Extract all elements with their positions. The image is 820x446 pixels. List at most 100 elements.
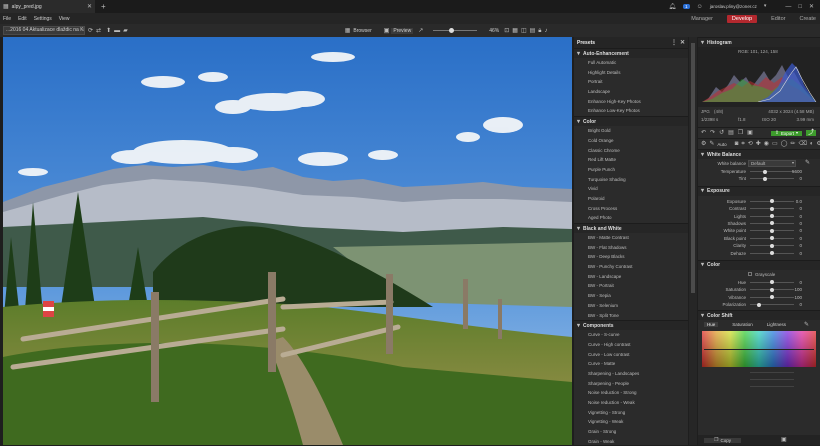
preset-item[interactable]: Curve - Matte xyxy=(574,359,688,369)
preset-item[interactable]: Curve - S-curve xyxy=(574,330,688,340)
preset-item[interactable]: Curve - High contrast xyxy=(574,340,688,350)
gradient-icon[interactable]: ▭ xyxy=(772,141,778,147)
slider-value[interactable]: 0 xyxy=(799,175,802,182)
preset-item[interactable]: Purple Punch xyxy=(574,165,688,175)
tab-hue[interactable]: Hue xyxy=(704,322,719,328)
preset-item[interactable]: BW - Matte Contrast xyxy=(574,233,688,243)
slider-value[interactable]: 0 xyxy=(799,213,802,220)
preset-item[interactable]: Vivid xyxy=(574,184,688,194)
slider-knob[interactable] xyxy=(770,287,774,292)
preset-item[interactable]: Noise reduction - Weak xyxy=(574,398,688,408)
refresh-icon[interactable]: ⟳ xyxy=(88,28,93,34)
preset-item[interactable]: Sharpening - Landscapes xyxy=(574,369,688,379)
path-field[interactable]: ...2016 04 Aktualizace dlaždic na Krám xyxy=(3,26,85,35)
grayscale-label[interactable]: Grayscale xyxy=(755,272,775,277)
preset-item[interactable]: BW - Portrait xyxy=(574,281,688,291)
slider-value[interactable]: 100 xyxy=(794,294,802,301)
slider-knob[interactable] xyxy=(770,199,774,204)
slider-knob[interactable] xyxy=(770,214,774,219)
preset-item[interactable]: Full Automatic xyxy=(574,58,688,68)
slider-knob[interactable] xyxy=(770,251,774,256)
undo-icon[interactable]: ↶ xyxy=(701,130,706,136)
minimize-icon[interactable]: — xyxy=(785,4,791,10)
tab-saturation[interactable]: Saturation xyxy=(732,322,753,327)
preset-item[interactable]: Red Lift Matte xyxy=(574,155,688,165)
grayscale-checkbox[interactable] xyxy=(748,271,752,276)
slider-knob[interactable] xyxy=(763,169,768,174)
preset-item[interactable]: BW - Landscape xyxy=(574,272,688,282)
lock-icon[interactable]: 🔒︎ xyxy=(538,28,541,34)
scrollbar-thumb[interactable] xyxy=(691,43,695,293)
preset-item[interactable]: BW - Deep Blacks xyxy=(574,252,688,262)
eyedropper-icon[interactable]: ✎ xyxy=(805,160,810,166)
paste-settings-icon[interactable]: ▣ xyxy=(747,130,753,136)
user-email[interactable]: jaroslav.pliny@zoner.cz xyxy=(710,4,757,9)
preset-group-header[interactable]: ▾ Color xyxy=(574,116,688,127)
slider-value[interactable]: 0 xyxy=(799,279,802,286)
brush-icon[interactable]: ✏ xyxy=(790,141,795,147)
share-icon[interactable]: ⤴ xyxy=(806,130,817,136)
preset-item[interactable]: Enhance High-Key Photos xyxy=(574,97,688,107)
slider-knob[interactable] xyxy=(770,295,774,300)
mask-icon[interactable]: ◐ xyxy=(810,141,814,147)
clone-icon[interactable]: ◉ xyxy=(764,141,769,147)
tab-editor[interactable]: Editor xyxy=(771,16,785,22)
eyedropper-icon[interactable]: ✎ xyxy=(804,322,809,328)
bell-icon[interactable]: 🔔︎ xyxy=(669,4,677,10)
more-icon[interactable]: ⚙ xyxy=(817,141,820,147)
user-menu-icon[interactable]: ▾ xyxy=(764,4,767,9)
slider-value[interactable]: 0 xyxy=(799,235,802,242)
tab-develop[interactable]: Develop xyxy=(726,14,758,23)
browser-button[interactable]: Browser xyxy=(353,28,371,34)
document-tab[interactable]: ▦ alpy_pred.jpg ✕ xyxy=(0,0,95,13)
preset-group-header[interactable]: ▾ Components xyxy=(574,320,688,331)
slider-value[interactable]: 0 xyxy=(799,250,802,257)
preset-item[interactable]: Enhance Low-Key Photos xyxy=(574,106,688,116)
menu-settings[interactable]: Settings xyxy=(34,16,52,22)
export-button[interactable]: ⇪ Export ▾ xyxy=(770,130,803,136)
open-external-icon[interactable]: ↗ xyxy=(418,28,423,34)
crop-icon[interactable]: ⌗ xyxy=(741,141,744,147)
presets-close-icon[interactable]: ✕ xyxy=(680,40,685,46)
color-header[interactable]: ▾ Color xyxy=(698,259,820,270)
preview-button[interactable]: Preview xyxy=(391,27,414,34)
slider-track[interactable] xyxy=(750,171,794,172)
color-shift-header[interactable]: ▾ Color Shift xyxy=(698,310,820,321)
white-balance-header[interactable]: ▾ White Balance xyxy=(698,149,820,159)
browser-icon[interactable]: ▦ xyxy=(345,28,351,34)
view-icon[interactable]: ▤ xyxy=(530,28,536,34)
slider-knob[interactable] xyxy=(770,221,774,226)
slider-track[interactable] xyxy=(750,178,794,180)
photo-preview[interactable] xyxy=(3,37,572,445)
preset-item[interactable]: Curve - Low contrast xyxy=(574,350,688,360)
menu-edit[interactable]: Edit xyxy=(18,16,27,22)
slider-knob[interactable] xyxy=(763,176,768,181)
history-icon[interactable]: ▤ xyxy=(728,130,734,136)
redo-icon[interactable]: ↷ xyxy=(710,130,715,136)
fit-icon[interactable]: ⊡ xyxy=(504,28,509,34)
wand-icon[interactable]: ✎ xyxy=(709,141,714,147)
preset-item[interactable]: Cold Orange xyxy=(574,136,688,146)
wb-mode-select[interactable]: Default ▾ xyxy=(748,160,796,167)
preset-group-header[interactable]: ▾ Auto-Enhancement xyxy=(574,48,688,58)
slider-knob[interactable] xyxy=(756,302,761,307)
tab-create[interactable]: Create xyxy=(799,16,816,22)
slider-value[interactable]: 0.0 xyxy=(796,198,802,205)
close-window-icon[interactable]: ✕ xyxy=(809,4,814,10)
preset-item[interactable]: Sharpening - People xyxy=(574,379,688,389)
preset-item[interactable]: Portrait xyxy=(574,77,688,87)
preset-item[interactable]: Vignetting - Strong xyxy=(574,408,688,418)
slider-value[interactable]: 100 xyxy=(794,286,802,293)
music-icon[interactable]: ♪ xyxy=(545,28,548,34)
reset-icon[interactable]: ↺ xyxy=(719,130,724,136)
preset-item[interactable]: Turquoise Shading xyxy=(574,175,688,185)
slider-knob[interactable] xyxy=(770,243,774,248)
tab-manager[interactable]: Manager xyxy=(691,16,713,22)
folder-up-icon[interactable]: ⬆ xyxy=(106,28,111,34)
notification-badge[interactable]: 1 xyxy=(683,4,690,9)
zoom-knob[interactable] xyxy=(449,28,455,33)
preset-group-header[interactable]: ▾ Black and White xyxy=(574,223,688,233)
eraser-icon[interactable]: ⌫ xyxy=(798,141,806,147)
slider-knob[interactable] xyxy=(770,236,774,241)
menu-view[interactable]: View xyxy=(59,16,70,22)
